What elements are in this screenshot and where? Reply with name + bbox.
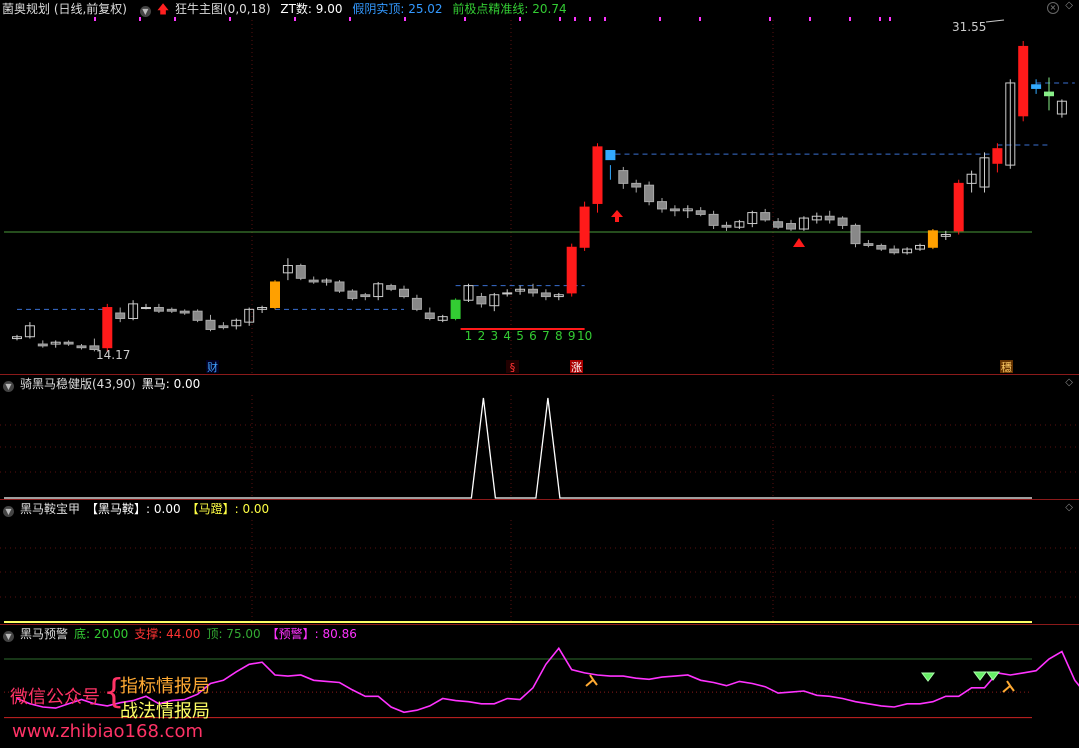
candle-body	[411, 297, 422, 310]
candle-body	[308, 279, 319, 283]
candle-body	[102, 307, 113, 349]
candle-body	[424, 312, 435, 319]
high-price-arrow	[985, 19, 1005, 23]
candle-body	[205, 319, 216, 330]
candle-body	[502, 292, 513, 295]
marker-label: 财	[207, 360, 218, 374]
candle-body	[592, 146, 603, 204]
watermark-line2a: 指标情报局	[120, 676, 210, 697]
candle-body	[1031, 84, 1042, 89]
gem-icon	[986, 671, 1000, 681]
watermark-line1: 微信公众号	[10, 687, 100, 708]
candle-body	[153, 307, 164, 312]
count-label: 3	[490, 329, 498, 343]
candle-body	[192, 310, 203, 321]
candle-body	[579, 206, 590, 248]
up-arrow-icon	[611, 210, 623, 222]
count-label: 5	[516, 329, 524, 343]
candle-body	[657, 201, 667, 210]
heima-chart	[0, 395, 1079, 499]
candle-body	[760, 212, 771, 221]
candle-body	[863, 243, 874, 246]
candle-body	[270, 281, 280, 309]
gem-icon	[973, 671, 987, 681]
anbao-chart	[0, 520, 1079, 624]
candle-body	[953, 182, 964, 232]
count-label: 9	[568, 329, 576, 343]
candle-body	[347, 290, 358, 299]
candle-body	[115, 312, 126, 319]
candle-body	[76, 345, 87, 349]
candle-body	[476, 296, 487, 305]
candle-body	[889, 248, 900, 254]
candle-body	[528, 288, 538, 294]
count-label: 10	[577, 329, 592, 343]
candle-body	[37, 343, 48, 347]
candle-body	[837, 217, 848, 226]
candle-body	[166, 308, 177, 312]
candlestick-chart: 1 2 3 4 5 6 7 8 9 10 31.55 14.17 财 § 涨 穩	[4, 17, 1075, 374]
watermark-line2b: 战法情报局	[120, 701, 210, 722]
warning-triangle-icon	[793, 238, 805, 247]
candle-body	[644, 184, 655, 203]
main-chart-panel: 菌奥规划 (日线,前复权) ▼ 🡅 狂牛主图(0,0,18) ZT数: 9.00 …	[0, 0, 1079, 375]
count-label: 2	[478, 329, 486, 343]
runner-icon	[585, 674, 598, 687]
candle-body	[824, 215, 835, 221]
marker-label: 穩	[1001, 360, 1012, 374]
candle-body	[1044, 91, 1054, 97]
candle-body	[992, 148, 1003, 164]
count-label: 4	[503, 329, 511, 343]
heima-line	[4, 397, 1032, 499]
candle-body	[669, 208, 680, 212]
candle-body	[708, 213, 719, 226]
marker-label: 涨	[571, 361, 582, 374]
count-label: 1	[465, 329, 473, 343]
watermark-url: www.zhibiao168.com	[12, 721, 204, 742]
candle-body	[218, 325, 229, 329]
candle-body	[876, 244, 887, 250]
anbao-panel: ▼ 黑马鞍宝甲 【黑马鞍】: 0.00 【马蹬】: 0.00 ◇	[0, 500, 1079, 625]
runner-icon	[1002, 680, 1015, 693]
candle-body	[540, 292, 551, 298]
candle-body	[334, 281, 345, 292]
heima-panel: ▼ 骑黑马稳健版(43,90) 黑马: 0.00 ◇	[0, 375, 1079, 500]
candle-body	[399, 288, 409, 298]
candle-body	[386, 285, 397, 290]
candle-body	[631, 182, 642, 188]
candle-body	[63, 341, 74, 345]
low-price-label: 14.17	[96, 348, 130, 362]
candle-body	[360, 294, 371, 298]
candle-body	[786, 223, 796, 230]
candle-body	[618, 170, 629, 184]
candle-body	[566, 246, 577, 294]
candle-body	[450, 299, 461, 319]
candle-body	[773, 221, 784, 228]
candle-body	[179, 310, 190, 314]
count-label: 6	[529, 329, 537, 343]
candle-body	[605, 150, 616, 161]
count-label: 8	[555, 329, 563, 343]
candle-body	[721, 224, 732, 228]
candle-body	[1018, 45, 1029, 117]
candle-body	[927, 230, 938, 248]
candle-body	[295, 265, 306, 279]
high-price-label: 31.55	[952, 20, 986, 34]
gem-icon	[921, 672, 935, 682]
candle-body	[141, 307, 151, 310]
candle-body	[850, 224, 861, 245]
count-label: 7	[542, 329, 550, 343]
marker-label: §	[510, 361, 516, 374]
candle-body	[695, 210, 706, 215]
